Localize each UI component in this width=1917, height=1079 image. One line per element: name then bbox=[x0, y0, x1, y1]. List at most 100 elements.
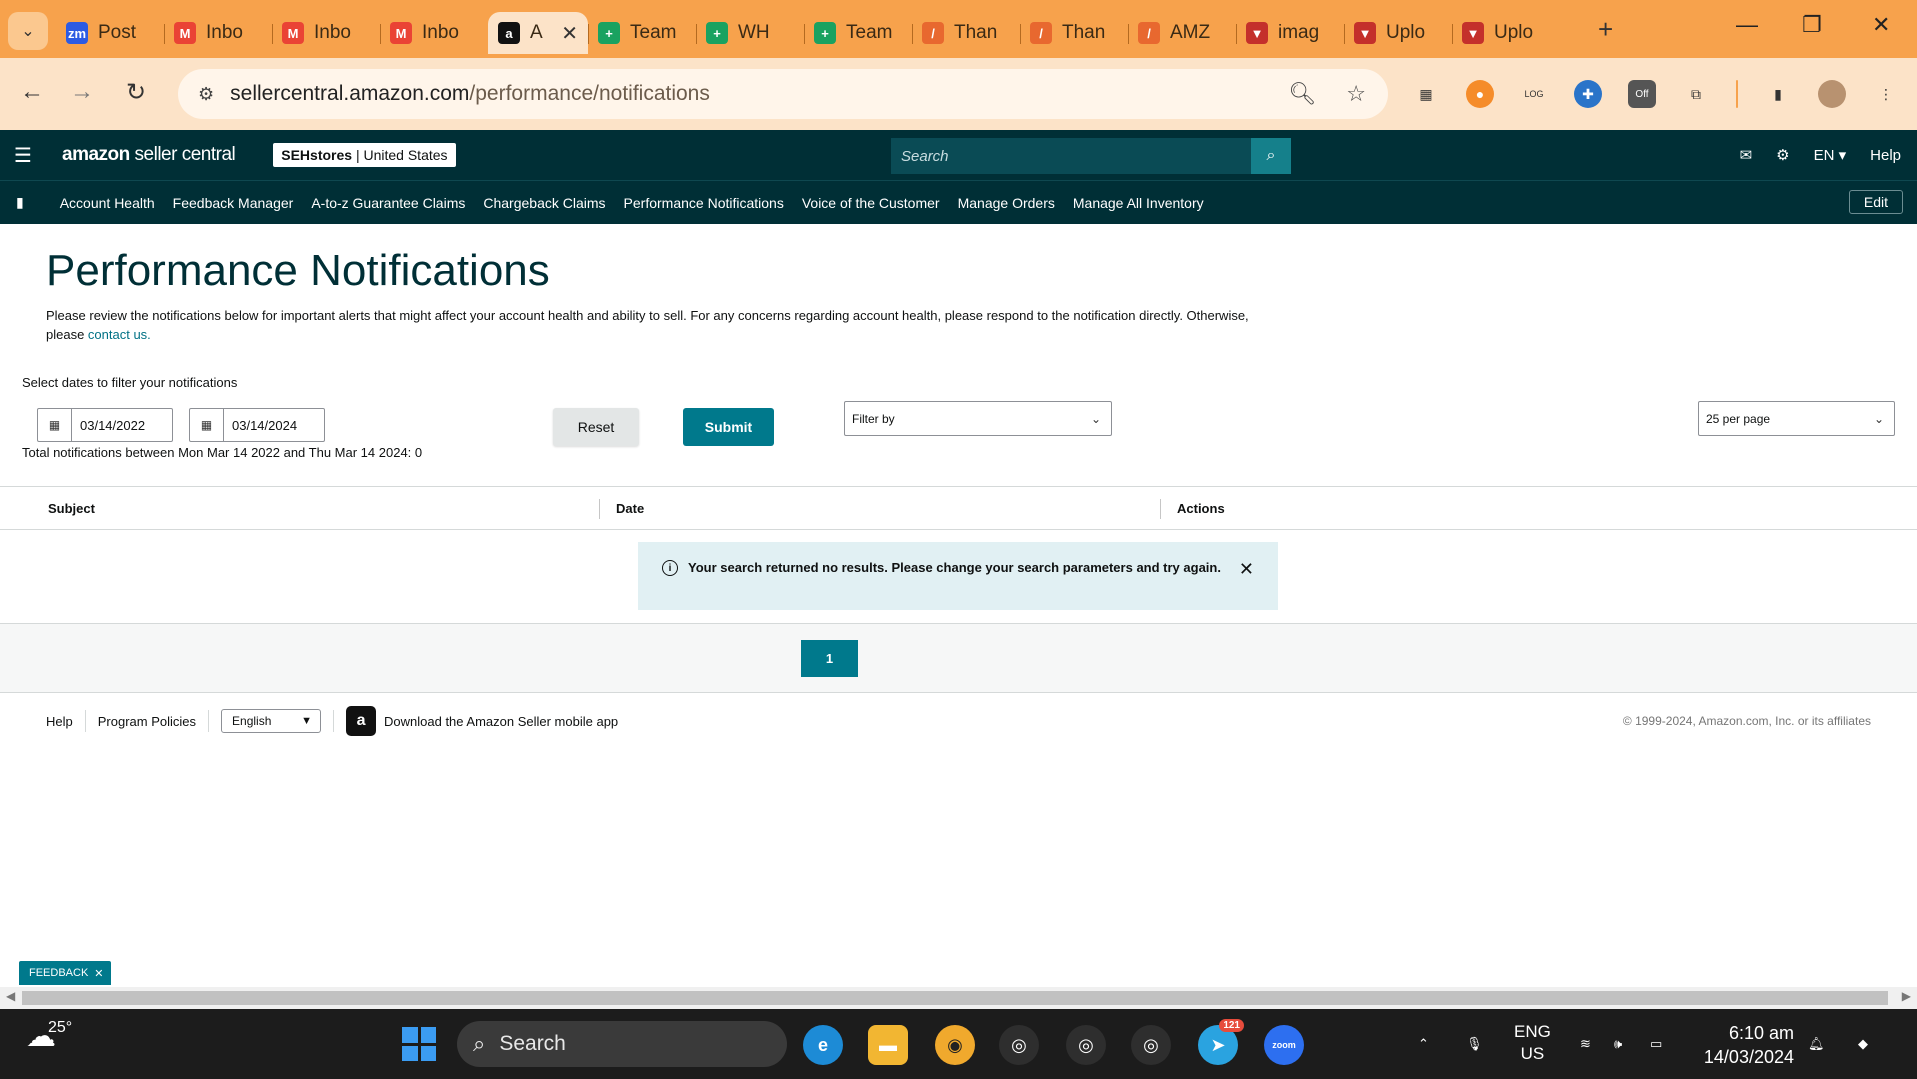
download-app-link[interactable]: Download the Amazon Seller mobile app bbox=[384, 714, 618, 729]
help-link[interactable]: Help bbox=[1870, 147, 1901, 164]
nav-link[interactable]: Performance Notifications bbox=[624, 195, 784, 211]
filter-by-select[interactable]: Filter by ⌄ bbox=[844, 401, 1112, 436]
input-language[interactable]: ENG US bbox=[1514, 1021, 1551, 1065]
qr-extension-icon[interactable]: ▦ bbox=[1412, 80, 1440, 108]
footer-help-link[interactable]: Help bbox=[46, 714, 73, 729]
file-explorer-icon[interactable]: ▬ bbox=[868, 1025, 908, 1065]
nav-link[interactable]: Feedback Manager bbox=[173, 195, 294, 211]
forward-icon[interactable]: → bbox=[70, 78, 94, 106]
edit-bookmarks-button[interactable]: Edit bbox=[1848, 190, 1903, 214]
login-extension-icon[interactable]: LOG bbox=[1520, 80, 1548, 108]
volume-icon[interactable]: 🕪 bbox=[1614, 1009, 1622, 1079]
chrome-icon[interactable]: ◎ bbox=[999, 1025, 1039, 1065]
contact-us-link[interactable]: contact us. bbox=[88, 327, 151, 342]
calendar-icon[interactable]: ▦ bbox=[38, 409, 72, 441]
bookmark-icon[interactable]: ▮ bbox=[16, 194, 24, 211]
reset-button[interactable]: Reset bbox=[553, 408, 639, 446]
copilot-icon[interactable]: ◆ bbox=[1858, 1009, 1868, 1079]
chrome-profile-icon[interactable]: ◎ bbox=[1131, 1025, 1171, 1065]
browser-tab[interactable]: ▼ Uplo bbox=[1344, 12, 1452, 54]
browser-tab[interactable]: ▼ imag bbox=[1236, 12, 1344, 54]
close-window-icon[interactable]: ✕ bbox=[1872, 12, 1890, 38]
toolbar-divider bbox=[1736, 80, 1738, 108]
browser-tab[interactable]: M Inbo bbox=[272, 12, 380, 54]
program-policies-link[interactable]: Program Policies bbox=[98, 714, 196, 729]
off-extension-icon[interactable]: Off bbox=[1628, 80, 1656, 108]
weather-widget[interactable]: ☁ 25° bbox=[26, 1019, 72, 1054]
restore-icon[interactable]: ❐ bbox=[1802, 12, 1822, 38]
browser-tab[interactable]: + Team bbox=[804, 12, 912, 54]
nav-link[interactable]: Manage All Inventory bbox=[1073, 195, 1204, 211]
scroll-right-icon[interactable]: ▶ bbox=[1902, 989, 1911, 1003]
browser-tab[interactable]: + Team bbox=[588, 12, 696, 54]
nav-link[interactable]: Voice of the Customer bbox=[802, 195, 940, 211]
hamburger-menu-icon[interactable]: ☰ bbox=[14, 143, 38, 168]
orange-extension-icon[interactable]: ● bbox=[1466, 80, 1494, 108]
extensions-puzzle-icon[interactable]: ⧉ bbox=[1682, 80, 1710, 108]
page-button[interactable]: 1 bbox=[801, 640, 858, 677]
gear-icon[interactable]: ⚙ bbox=[1776, 146, 1789, 164]
amazon-app-icon[interactable]: a bbox=[346, 706, 377, 736]
battery-icon[interactable]: ▭ bbox=[1650, 1009, 1662, 1079]
zoom-app-icon[interactable]: zoom bbox=[1264, 1025, 1304, 1065]
close-tab-icon[interactable]: ✕ bbox=[561, 21, 578, 46]
browser-tab[interactable]: / Than bbox=[912, 12, 1020, 54]
edge-icon[interactable]: e bbox=[803, 1025, 843, 1065]
store-selector[interactable]: SEHstores | United States bbox=[273, 143, 456, 167]
telegram-icon[interactable]: ➤ 121 bbox=[1198, 1019, 1244, 1065]
microphone-icon[interactable]: 🎙︎ bbox=[1466, 1009, 1483, 1079]
site-info-icon[interactable]: ⚙ bbox=[198, 84, 214, 105]
browser-tab[interactable]: / AMZ bbox=[1128, 12, 1236, 54]
taskbar-clock[interactable]: 6:10 am 14/03/2024 bbox=[1700, 1021, 1794, 1069]
calendar-icon[interactable]: ▦ bbox=[190, 409, 224, 441]
mail-icon[interactable]: ✉ bbox=[1740, 146, 1753, 164]
bookmark-star-icon[interactable]: ☆ bbox=[1346, 81, 1366, 107]
footer-language-select[interactable]: English ▼ bbox=[221, 709, 322, 733]
back-icon[interactable]: ← bbox=[20, 78, 44, 106]
url-bar[interactable]: ⚙ sellercentral.amazon.com/performance/n… bbox=[178, 69, 1388, 119]
profile-avatar[interactable] bbox=[1818, 80, 1846, 108]
zoom-icon[interactable]: 🔍︎ bbox=[1288, 81, 1316, 107]
tray-chevron-icon[interactable]: ⌃ bbox=[1418, 1009, 1429, 1079]
taskbar-search[interactable]: ⌕ Search bbox=[457, 1021, 787, 1067]
notification-bell-icon[interactable]: 🔔︎ bbox=[1808, 1009, 1825, 1079]
browser-tab[interactable]: ▼ Uplo bbox=[1452, 12, 1560, 54]
feedback-button[interactable]: FEEDBACK ✕ bbox=[19, 961, 111, 985]
end-date-field[interactable]: ▦ 03/14/2024 bbox=[189, 408, 325, 442]
browser-tab[interactable]: a A ✕ bbox=[488, 12, 588, 54]
browser-tab[interactable]: M Inbo bbox=[164, 12, 272, 54]
start-date-field[interactable]: ▦ 03/14/2022 bbox=[37, 408, 173, 442]
chrome-profile-icon[interactable]: ◎ bbox=[1066, 1025, 1106, 1065]
scrollbar-thumb[interactable] bbox=[22, 991, 1888, 1005]
horizontal-scrollbar[interactable]: ◀ ▶ bbox=[0, 987, 1917, 1009]
app-circle-icon[interactable]: ◉ bbox=[935, 1025, 975, 1065]
column-date[interactable]: Date bbox=[616, 501, 644, 516]
windows-start-icon[interactable] bbox=[402, 1027, 436, 1061]
browser-tab[interactable]: / Than bbox=[1020, 12, 1128, 54]
close-icon[interactable]: ✕ bbox=[94, 967, 103, 980]
wifi-icon[interactable]: ≋ bbox=[1580, 1009, 1591, 1079]
browser-menu-icon[interactable]: ⋮ bbox=[1872, 80, 1900, 108]
scroll-left-icon[interactable]: ◀ bbox=[6, 989, 15, 1003]
new-tab-button[interactable]: + bbox=[1598, 14, 1613, 45]
tab-search-button[interactable]: ⌄ bbox=[8, 12, 48, 50]
reload-icon[interactable]: ↻ bbox=[126, 78, 146, 107]
close-icon[interactable]: ✕ bbox=[1239, 559, 1254, 580]
blue-extension-icon[interactable]: ✚ bbox=[1574, 80, 1602, 108]
nav-link[interactable]: Chargeback Claims bbox=[483, 195, 605, 211]
submit-button[interactable]: Submit bbox=[683, 408, 774, 446]
header-search-input[interactable]: Search bbox=[891, 138, 1251, 174]
per-page-select[interactable]: 25 per page ⌄ bbox=[1698, 401, 1895, 436]
nav-link[interactable]: Account Health bbox=[60, 195, 155, 211]
seller-central-logo[interactable]: amazon seller central bbox=[62, 144, 236, 166]
search-icon[interactable]: ⌕ bbox=[1251, 138, 1291, 174]
browser-tab[interactable]: M Inbo bbox=[380, 12, 488, 54]
minimize-icon[interactable]: — bbox=[1736, 12, 1758, 38]
browser-tab[interactable]: zm Post bbox=[56, 12, 164, 54]
browser-tab[interactable]: + WH bbox=[696, 12, 804, 54]
column-subject[interactable]: Subject bbox=[48, 501, 95, 516]
nav-link[interactable]: Manage Orders bbox=[958, 195, 1055, 211]
side-panel-icon[interactable]: ▮ bbox=[1764, 80, 1792, 108]
language-selector[interactable]: EN ▾ bbox=[1814, 146, 1847, 164]
nav-link[interactable]: A-to-z Guarantee Claims bbox=[311, 195, 465, 211]
